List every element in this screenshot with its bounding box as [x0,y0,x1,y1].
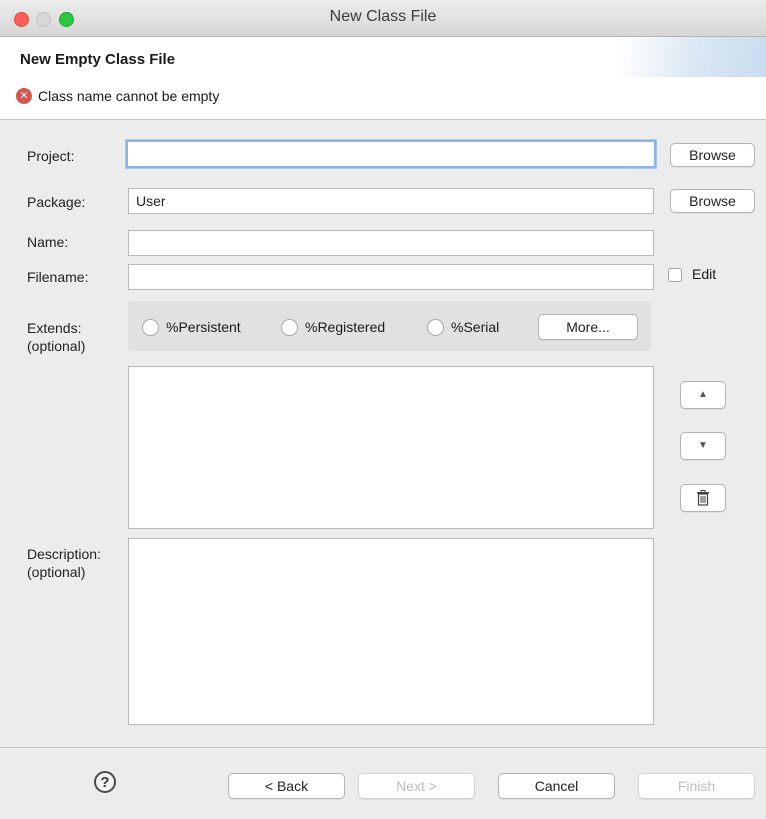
radio-serial-label: %Serial [451,319,500,335]
radio-persistent-label: %Persistent [166,319,241,335]
superclass-list[interactable] [128,366,654,529]
wizard-header: New Empty Class File ✕ Class name cannot… [0,37,766,120]
radio-persistent[interactable] [142,319,159,336]
back-button[interactable]: < Back [228,773,345,799]
triangle-up-icon: ▲ [698,389,708,400]
finish-button[interactable]: Finish [638,773,755,799]
edit-checkbox[interactable] [668,268,682,282]
footer-divider [0,747,766,748]
package-input[interactable] [128,188,654,214]
radio-registered-label: %Registered [305,319,386,335]
project-label: Project: [27,148,75,164]
header-banner-graphic [436,37,766,77]
extends-optional-label: (optional) [27,338,86,354]
name-label: Name: [27,234,69,250]
window-title: New Class File [329,8,437,25]
radio-registered[interactable] [281,319,298,336]
radio-serial[interactable] [427,319,444,336]
triangle-down-icon: ▼ [698,440,708,451]
page-title: New Empty Class File [20,51,176,68]
more-superclasses-button[interactable]: More... [538,314,638,340]
description-textarea[interactable] [128,538,654,725]
error-icon: ✕ [16,88,32,104]
name-input[interactable] [128,230,654,256]
help-icon[interactable]: ? [94,771,116,793]
move-up-button[interactable]: ▲ [680,381,726,409]
error-message: Class name cannot be empty [38,88,220,104]
package-browse-button[interactable]: Browse [670,189,755,213]
cancel-button[interactable]: Cancel [498,773,615,799]
delete-button[interactable] [680,484,726,512]
project-input[interactable] [126,140,656,168]
next-button[interactable]: Next > [358,773,475,799]
title-bar[interactable]: New Class File [0,0,766,37]
package-label: Package: [27,194,86,210]
edit-checkbox-label: Edit [692,266,717,282]
filename-label: Filename: [27,269,89,285]
description-label: Description: [27,546,101,562]
filename-input[interactable] [128,264,654,290]
extends-label: Extends: [27,320,82,336]
move-down-button[interactable]: ▼ [680,432,726,460]
description-optional-label: (optional) [27,564,86,580]
trash-icon [697,490,709,506]
project-browse-button[interactable]: Browse [670,143,755,167]
